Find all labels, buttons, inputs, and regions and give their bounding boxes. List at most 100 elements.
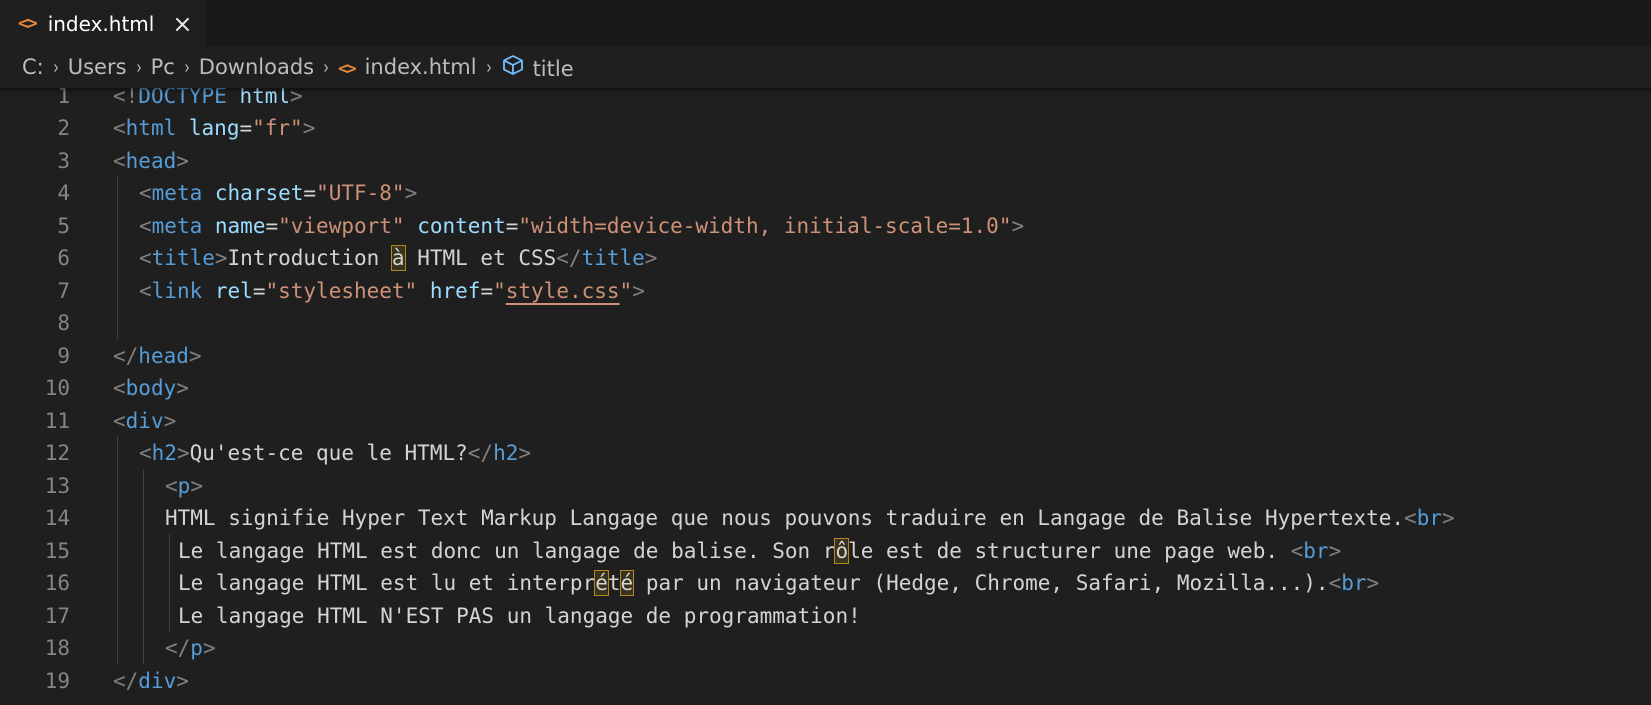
code-token: > (190, 473, 203, 498)
code-line[interactable]: 7 <link rel="stylesheet" href="style.css"… (0, 274, 1651, 308)
breadcrumb-users[interactable]: Users (68, 55, 127, 79)
code-token: content (417, 213, 506, 238)
code-token: < (1290, 538, 1304, 563)
code-token: = (265, 213, 279, 238)
line-number: 14 (44, 506, 70, 530)
code-line[interactable]: 6 <title>Introduction à HTML et CSS</titl… (0, 241, 1651, 275)
code-text: <body> (113, 371, 189, 405)
code-token: </ (165, 636, 191, 660)
code-text: <p> (165, 469, 203, 503)
code-token: head (125, 148, 177, 173)
line-number: 19 (44, 668, 70, 693)
code-token: "UTF-8" (316, 181, 405, 205)
breadcrumb: C: › Users › Pc › Downloads › <> index.ht… (0, 46, 1651, 88)
code-line[interactable]: 12 <h2>Qu'est-ce que le HTML?</h2> (0, 436, 1651, 470)
line-number: 4 (57, 181, 70, 205)
code-line[interactable]: 16 Le langage HTML est lu et interprété p… (0, 566, 1651, 600)
code-token: ô (834, 537, 850, 564)
code-token: title (151, 246, 215, 270)
code-token: = (239, 116, 253, 140)
code-token: = (303, 181, 317, 205)
code-token: < (113, 408, 126, 433)
code-text: </head> (113, 339, 202, 373)
code-token: < (139, 213, 152, 238)
line-number: 8 (57, 311, 70, 335)
code-token: DOCTYPE (138, 88, 227, 108)
code-text: <meta charset="UTF-8"> (139, 176, 417, 210)
chevron-right-icon: › (183, 55, 190, 79)
line-number: 13 (44, 473, 70, 498)
code-token: < (1328, 571, 1342, 595)
code-token: " (619, 278, 633, 303)
line-number: 2 (57, 116, 70, 140)
tab-index-html[interactable]: <> index.html × (0, 0, 207, 46)
code-text: HTML signifie Hyper Text Markup Langage … (165, 501, 1455, 535)
code-text: <!DOCTYPE html> (113, 88, 303, 113)
code-line[interactable]: 10 <body> (0, 371, 1651, 405)
code-line[interactable]: 1 <!DOCTYPE html> (0, 88, 1651, 113)
line-number: 11 (44, 408, 70, 433)
code-line[interactable]: 13 <p> (0, 469, 1651, 503)
code-line[interactable]: 19 </div> (0, 664, 1651, 698)
code-token: charset (214, 181, 304, 205)
code-token: > (188, 343, 202, 368)
code-token: > (1328, 538, 1342, 563)
code-token: t (607, 571, 621, 595)
code-line[interactable]: 4 <meta charset="UTF-8"> (0, 176, 1651, 210)
line-number: 6 (57, 246, 70, 270)
code-line[interactable]: 14 HTML signifie Hyper Text Markup Langag… (0, 501, 1651, 535)
code-token: Le langage HTML est donc un langage de b… (178, 538, 836, 563)
breadcrumb-symbol[interactable]: title (501, 54, 574, 81)
code-text: Le langage HTML est donc un langage de b… (178, 534, 1341, 568)
breadcrumb-pc[interactable]: Pc (151, 55, 175, 79)
html-file-icon: <> (338, 59, 357, 79)
indent-guide (169, 533, 170, 631)
code-token: "width=device-width, initial-scale=1.0" (518, 213, 1012, 238)
code-token: > (202, 636, 216, 660)
code-text: <div> (113, 404, 176, 438)
breadcrumb-downloads[interactable]: Downloads (199, 55, 314, 79)
code-text: <head> (113, 144, 189, 178)
code-line[interactable]: 2 <html lang="fr"> (0, 111, 1651, 145)
code-token: "viewport" (278, 213, 405, 238)
code-line[interactable]: 15 Le langage HTML est donc un langage de… (0, 534, 1651, 568)
code-line[interactable]: 8 (0, 306, 1651, 340)
code-line[interactable]: 11 <div> (0, 404, 1651, 438)
code-token: meta (151, 181, 203, 205)
line-number: 15 (44, 538, 70, 563)
code-line[interactable]: 18 </p> (0, 631, 1651, 665)
breadcrumb-symbol-label: title (532, 56, 574, 81)
code-token: à (390, 245, 406, 271)
code-text: <h2>Qu'est-ce que le HTML?</h2> (139, 436, 531, 470)
indent-guide (117, 176, 118, 339)
code-token: br (1303, 538, 1329, 563)
code-token: > (1441, 506, 1455, 530)
line-number: 7 (57, 278, 70, 303)
code-token: > (176, 376, 189, 400)
close-icon[interactable]: × (172, 12, 192, 36)
code-token: html (125, 116, 177, 140)
chevron-right-icon: › (323, 55, 329, 79)
code-line[interactable]: 3 <head> (0, 144, 1651, 178)
indent-guide (143, 468, 144, 664)
code-line[interactable]: 5 <meta name="viewport" content="width=de… (0, 209, 1651, 243)
chevron-right-icon: › (135, 55, 142, 79)
code-editor[interactable]: 1 <!DOCTYPE html> 2 <html lang="fr"> 3 <head>… (0, 88, 1651, 705)
line-number: 1 (57, 88, 70, 108)
code-token: > (632, 278, 645, 303)
code-line[interactable]: 9 </head> (0, 339, 1651, 373)
breadcrumb-file[interactable]: <> index.html (338, 55, 476, 79)
code-token: > (302, 116, 316, 140)
breadcrumb-drive[interactable]: C: (22, 55, 44, 79)
code-token: < (139, 441, 152, 465)
code-token: h2 (151, 441, 177, 465)
code-token: Qu'est-ce que le HTML? (189, 441, 468, 465)
code-text: <link rel="stylesheet" href="style.css"> (139, 274, 645, 308)
code-line[interactable]: 17 Le langage HTML N'EST PAS un langage d… (0, 599, 1651, 633)
line-number: 10 (44, 376, 70, 400)
code-token: < (139, 181, 152, 205)
